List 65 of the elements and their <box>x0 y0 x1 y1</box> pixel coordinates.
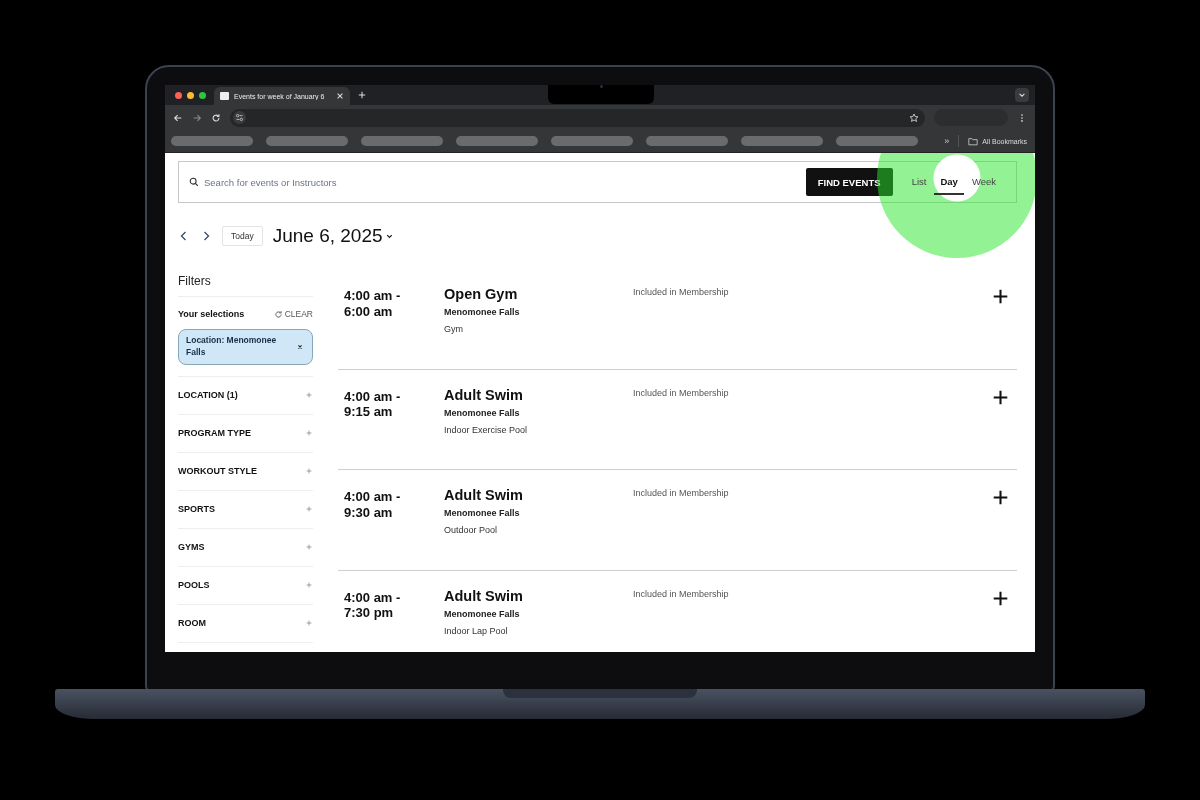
filter-chip[interactable]: Location: Menomonee Falls <box>178 329 313 365</box>
folder-icon <box>968 136 979 146</box>
star-icon[interactable] <box>909 112 919 123</box>
event-title[interactable]: Adult Swim <box>444 386 633 403</box>
expand-icon[interactable] <box>305 429 313 438</box>
event-price: Included in Membership <box>633 386 730 398</box>
event-time: 4:00 am - 9:15 am <box>344 387 402 420</box>
add-icon[interactable] <box>992 288 1009 305</box>
today-button[interactable]: Today <box>222 226 263 246</box>
filter-group[interactable]: LOCATION (1) <box>178 390 238 401</box>
expand-icon[interactable] <box>305 619 313 628</box>
selections-label: Your selections <box>178 309 245 319</box>
event-price: Included in Membership <box>633 487 730 498</box>
forward-icon[interactable] <box>192 112 202 123</box>
chip-label: Location: Menomonee Falls <box>186 335 278 359</box>
event-time: 4:00 am - 7:30 pm <box>344 588 402 621</box>
event-location: Menomonee Falls <box>444 608 521 619</box>
tab-search-button[interactable] <box>1015 88 1029 102</box>
event-price: Included in Membership <box>633 286 730 297</box>
minimize-window-icon[interactable] <box>187 91 194 99</box>
event-time: 4:00 am - 9:30 am <box>344 488 402 521</box>
add-icon[interactable] <box>992 589 1009 607</box>
event-price: Included in Membership <box>633 587 730 599</box>
expand-icon[interactable] <box>305 391 313 400</box>
view-tab[interactable]: List <box>905 169 933 195</box>
filters-heading: Filters <box>178 269 313 297</box>
event-location: Menomonee Falls <box>444 307 521 317</box>
filter-group[interactable]: WORKOUT STYLE <box>178 466 257 477</box>
event-title[interactable]: Adult Swim <box>444 587 633 604</box>
filter-group[interactable]: SPORTS <box>178 504 215 515</box>
filter-group[interactable]: POOLS <box>178 580 210 591</box>
event-room: Indoor Lap Pool <box>444 625 509 636</box>
chevron-down-icon <box>1018 91 1026 99</box>
clear-button[interactable]: CLEAR <box>273 309 313 319</box>
search-field[interactable]: Search for events or Instructors <box>204 176 801 188</box>
filter-group[interactable]: ROOM <box>178 618 206 629</box>
event-title[interactable]: Open Gym <box>444 286 633 302</box>
close-icon[interactable] <box>336 92 344 100</box>
refresh-icon <box>273 309 283 319</box>
date-picker[interactable]: June 6, 2025 <box>272 225 383 247</box>
filter-group[interactable]: PROGRAM TYPE <box>178 428 251 439</box>
search-icon <box>189 177 199 187</box>
new-tab-icon[interactable] <box>358 91 366 99</box>
expand-icon[interactable] <box>305 505 313 514</box>
event-location: Menomonee Falls <box>444 407 521 418</box>
event-room: Gym <box>444 324 464 334</box>
event-room: Outdoor Pool <box>444 525 499 535</box>
event-time: 4:00 am - 6:00 am <box>344 287 402 320</box>
expand-icon[interactable] <box>305 581 313 590</box>
close-window-icon[interactable] <box>175 91 182 99</box>
expand-icon[interactable] <box>305 543 313 552</box>
event-room: Indoor Exercise Pool <box>444 424 529 435</box>
zoom-window-icon[interactable] <box>199 91 206 99</box>
expand-icon[interactable] <box>305 467 313 476</box>
back-icon[interactable] <box>173 112 183 123</box>
site-settings-icon[interactable] <box>233 111 246 124</box>
favicon-icon <box>220 92 229 100</box>
add-icon[interactable] <box>992 489 1009 506</box>
add-icon[interactable] <box>992 388 1009 406</box>
filter-group[interactable]: GYMS <box>178 542 205 553</box>
event-location: Menomonee Falls <box>444 508 521 518</box>
event-title[interactable]: Adult Swim <box>444 487 633 503</box>
reload-icon[interactable] <box>211 112 221 123</box>
more-bookmarks[interactable]: » <box>944 136 950 146</box>
remove-icon[interactable] <box>296 342 304 351</box>
